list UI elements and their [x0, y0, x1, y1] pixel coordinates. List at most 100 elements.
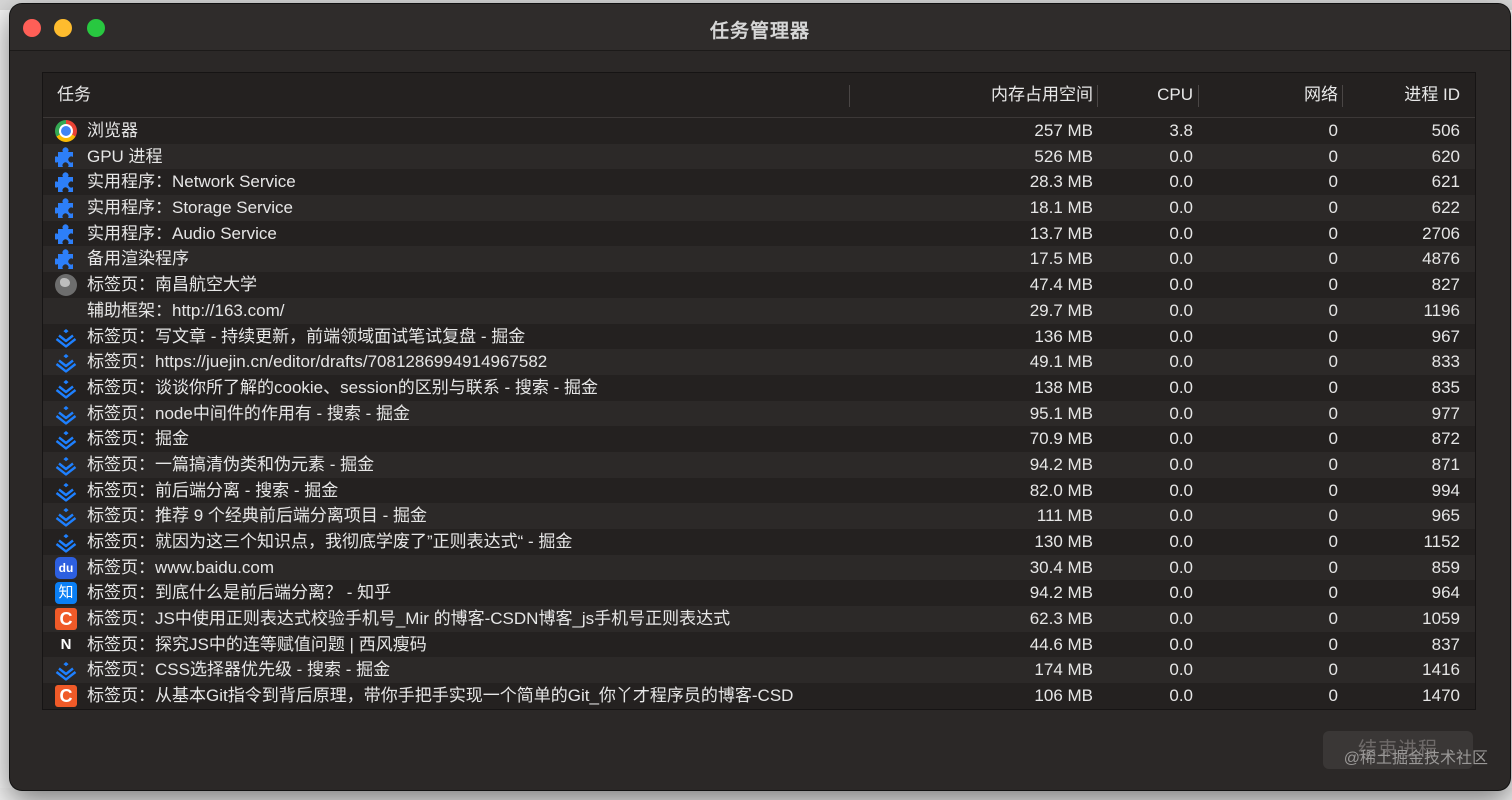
memory-value: 70.9 MB — [1029, 429, 1093, 449]
column-header-cpu[interactable]: CPU — [1093, 73, 1193, 117]
cpu-value: 0.0 — [1169, 249, 1193, 269]
column-header-network[interactable]: 网络 — [1193, 73, 1338, 117]
puzzle-icon — [53, 223, 77, 245]
table-row[interactable]: 实用程序：Network Service 28.3 MB 0.0 0 621 — [43, 169, 1475, 196]
table-row[interactable]: 标签页：一篇搞清伪类和伪元素 - 掘金 94.2 MB 0.0 0 871 — [43, 451, 1475, 478]
pid-value: 827 — [1431, 275, 1460, 295]
pid-value: 994 — [1431, 480, 1460, 500]
cpu-value: 0.0 — [1169, 377, 1193, 397]
network-value: 0 — [1328, 429, 1338, 449]
cpu-value: 0.0 — [1169, 506, 1193, 526]
network-value: 0 — [1328, 454, 1338, 474]
juejin-icon — [55, 505, 77, 527]
table-row[interactable]: N 标签页：探究JS中的连等赋值问题 | 西风瘦码 44.6 MB 0.0 0 837 — [43, 631, 1475, 658]
table-row[interactable]: 标签页：写文章 - 持续更新，前端领域面试笔试复盘 - 掘金 136 MB 0.0 0… — [43, 323, 1475, 350]
juejin-icon — [55, 428, 77, 450]
juejin-icon — [55, 659, 77, 682]
network-value: 0 — [1328, 223, 1338, 243]
network-value: 0 — [1328, 660, 1338, 680]
process-table: 任务 内存占用空间 CPU 网络 进程 ID 浏览器 257 MB 3.8 0 506 G… — [42, 72, 1476, 710]
table-row[interactable]: 浏览器 257 MB 3.8 0 506 — [43, 118, 1475, 144]
pid-value: 871 — [1431, 454, 1460, 474]
table-row[interactable]: 辅助框架：http://163.com/29.7 MB 0.0 0 1196 — [43, 297, 1475, 324]
network-value: 0 — [1328, 146, 1338, 166]
network-value: 0 — [1328, 403, 1338, 423]
puzzle-icon — [53, 197, 77, 219]
network-value: 0 — [1328, 480, 1338, 500]
juejin-icon — [55, 480, 77, 502]
task-name: 标签页：谈谈你所了解的cookie、session的区别与联系 - 搜索 - 掘… — [87, 377, 598, 397]
table-row[interactable]: 标签页：前后端分离 - 搜索 - 掘金 82.0 MB 0.0 0 994 — [43, 477, 1475, 504]
column-header-task[interactable]: 任务 — [57, 73, 91, 117]
task-name: 标签页：CSS选择器优先级 - 搜索 - 掘金 — [87, 660, 391, 680]
pid-value: 965 — [1431, 506, 1460, 526]
task-name: 标签页：到底什么是前后端分离？ - 知乎 — [87, 583, 392, 603]
cpu-value: 0.0 — [1169, 198, 1193, 218]
pid-value: 837 — [1431, 634, 1460, 654]
task-name: 标签页：www.baidu.com — [87, 557, 275, 577]
pid-value: 833 — [1431, 352, 1460, 372]
table-row[interactable]: 知标签页：到底什么是前后端分离？ - 知乎 94.2 MB 0.0 0 964 — [43, 580, 1475, 607]
column-divider[interactable] — [849, 85, 850, 107]
network-value: 0 — [1328, 609, 1338, 629]
table-row[interactable]: C 标签页：JS中使用正则表达式校验手机号_Mir 的博客-CSDN博客_js手机… — [43, 606, 1475, 632]
column-header-memory[interactable]: 内存占用空间 — [893, 73, 1093, 117]
pid-value: 872 — [1431, 429, 1460, 449]
network-value: 0 — [1328, 249, 1338, 269]
table-row[interactable]: 标签页：https://juejin.cn/editor/drafts/7081… — [43, 349, 1475, 375]
pid-value: 2706 — [1422, 223, 1460, 243]
pid-value: 835 — [1431, 377, 1460, 397]
cpu-value: 0.0 — [1169, 429, 1193, 449]
watermark: @稀土掘金技术社区 — [1343, 750, 1488, 767]
task-name: 标签页：写文章 - 持续更新，前端领域面试笔试复盘 - 掘金 — [87, 326, 526, 346]
table-row[interactable]: 标签页：node中间件的作用有 - 搜索 - 掘金 95.1 MB 0.0 0 977 — [43, 400, 1475, 427]
cpu-value: 0.0 — [1169, 609, 1193, 629]
table-row[interactable]: 标签页：就因为这三个知识点，我彻底学废了”正则表达式“ - 掘金 130 MB 0.… — [43, 529, 1475, 555]
pid-value: 622 — [1431, 198, 1460, 218]
cpu-value: 0.0 — [1169, 583, 1193, 603]
cpu-value: 0.0 — [1169, 300, 1193, 320]
table-row[interactable]: 实用程序：Storage Service 18.1 MB 0.0 0 622 — [43, 195, 1475, 221]
task-name: 标签页：推荐 9 个经典前后端分离项目 - 掘金 — [87, 506, 428, 526]
csdn-icon: C — [55, 685, 77, 708]
table-row[interactable]: 标签页：掘金 70.9 MB 0.0 0 872 — [43, 426, 1475, 452]
table-row[interactable]: 标签页：谈谈你所了解的cookie、session的区别与联系 - 搜索 - 掘… — [43, 374, 1475, 401]
cpu-value: 0.0 — [1169, 352, 1193, 372]
task-name: 浏览器 — [87, 121, 138, 140]
column-header-pid[interactable]: 进程 ID — [1343, 73, 1460, 117]
task-name: 实用程序：Storage Service — [87, 198, 293, 218]
cpu-value: 0.0 — [1169, 172, 1193, 192]
juejin-icon — [55, 531, 77, 553]
network-value: 0 — [1328, 172, 1338, 192]
task-name: 标签页：node中间件的作用有 - 搜索 - 掘金 — [87, 403, 411, 423]
task-name: 标签页：一篇搞清伪类和伪元素 - 掘金 — [87, 454, 375, 474]
network-value: 0 — [1328, 121, 1338, 140]
cpu-value: 0.0 — [1169, 660, 1193, 680]
memory-value: 174 MB — [1034, 660, 1093, 680]
memory-value: 13.7 MB — [1029, 223, 1093, 243]
table-row[interactable]: du 标签页：www.baidu.com 30.4 MB 0.0 0 859 — [43, 554, 1475, 581]
cpu-value: 0.0 — [1169, 403, 1193, 423]
juejin-icon — [55, 351, 77, 373]
table-row[interactable]: 标签页：南昌航空大学 47.4 MB 0.0 0 827 — [43, 272, 1475, 298]
window-title: 任务管理器 — [709, 21, 810, 42]
task-name: 标签页：前后端分离 - 搜索 - 掘金 — [87, 480, 339, 500]
network-value: 0 — [1328, 275, 1338, 295]
table-row[interactable]: 标签页：CSS选择器优先级 - 搜索 - 掘金 174 MB 0.0 0 1416 — [43, 657, 1475, 684]
table-row[interactable]: 实用程序：Audio Service 13.7 MB 0.0 0 2706 — [43, 220, 1475, 247]
pid-value: 967 — [1431, 326, 1460, 346]
table-header: 任务 内存占用空间 CPU 网络 进程 ID — [43, 73, 1475, 118]
cpu-value: 0.0 — [1169, 480, 1193, 500]
table-row[interactable]: C 标签页：从基本Git指令到背后原理，带你手把手实现一个简单的Git_你丫才程序… — [43, 683, 1475, 709]
juejin-icon — [55, 403, 77, 425]
network-value: 0 — [1328, 326, 1338, 346]
memory-value: 44.6 MB — [1029, 634, 1093, 654]
baidu-icon: du — [55, 556, 77, 579]
memory-value: 47.4 MB — [1029, 275, 1093, 295]
task-name: GPU 进程 — [87, 146, 163, 166]
table-row[interactable]: 备用渲染程序 17.5 MB 0.0 0 4876 — [43, 246, 1475, 273]
table-row[interactable]: 标签页：推荐 9 个经典前后端分离项目 - 掘金 111 MB 0.0 0 965 — [43, 503, 1475, 529]
table-row[interactable]: GPU 进程 526 MB 0.0 0 620 — [43, 143, 1475, 170]
csdn-icon: C — [55, 608, 77, 631]
globe-icon — [55, 274, 77, 297]
